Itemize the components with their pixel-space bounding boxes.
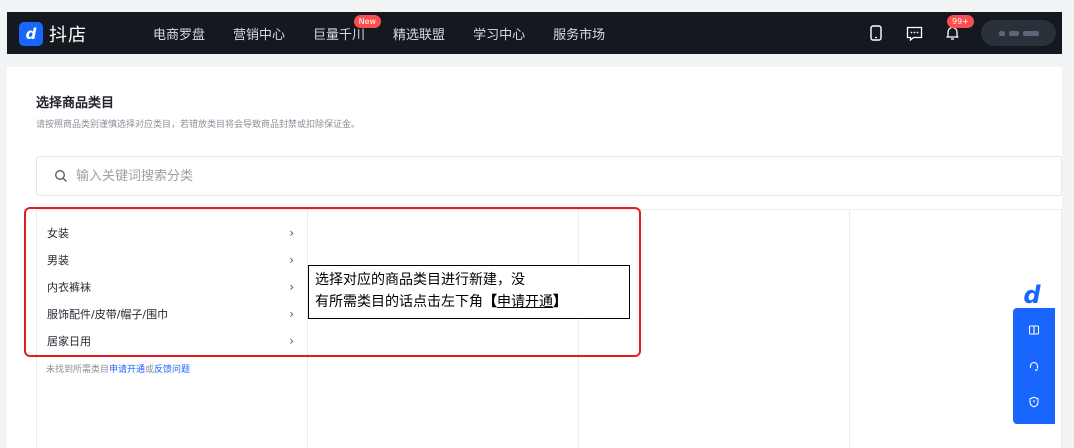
category-item[interactable]: 内衣裤袜 › [37, 273, 307, 300]
book-icon[interactable] [1025, 321, 1043, 339]
top-navbar: d 抖店 电商罗盘 营销中心 巨量千川 New 精选联盟 学习中心 服务市场 9… [7, 12, 1062, 54]
category-item[interactable]: 女装 › [37, 219, 307, 246]
category-item[interactable]: 服饰配件/皮带/帽子/围巾 › [37, 300, 307, 327]
category-item[interactable]: 居家日用 › [37, 327, 307, 354]
category-label: 服饰配件/皮带/帽子/围巾 [47, 307, 169, 321]
chevron-right-icon: › [289, 225, 294, 240]
category-column-level1: 女装 › 男装 › 内衣裤袜 › 服饰配件/皮带/帽子/围巾 › 居家日用 › [37, 210, 308, 448]
floating-logo-icon[interactable]: d [1016, 281, 1048, 309]
nav-item-marketing[interactable]: 营销中心 [233, 24, 285, 43]
callout-line1: 选择对应的商品类目进行新建，没 [315, 272, 525, 288]
annotation-callout: 选择对应的商品类目进行新建，没 有所需类目的话点击左下角【申请开通】 [308, 265, 630, 319]
user-avatar-menu[interactable] [981, 20, 1056, 46]
category-label: 内衣裤袜 [47, 280, 91, 294]
callout-link-text: 申请开通 [497, 294, 553, 310]
chevron-right-icon: › [289, 333, 294, 348]
header-actions: 99+ [867, 12, 1062, 54]
feedback-link[interactable]: 反馈问题 [154, 365, 190, 375]
callout-line2: 有所需类目的话点击左下角【申请开通】 [315, 294, 567, 310]
chevron-right-icon: › [289, 279, 294, 294]
help-prefix: 未找到所需类目 [46, 365, 110, 375]
page-title: 选择商品类目 [36, 96, 115, 111]
category-column-level2 [308, 210, 579, 448]
logo[interactable]: d 抖店 [19, 21, 87, 47]
floating-toolbar [1013, 308, 1055, 424]
notification-badge: 99+ [947, 15, 974, 28]
mobile-icon[interactable] [867, 24, 885, 42]
help-text: 未找到所需类目申请开通或反馈问题 [46, 362, 190, 375]
bell-icon[interactable]: 99+ [943, 15, 974, 42]
logo-icon: d [19, 22, 43, 46]
category-label: 居家日用 [47, 334, 91, 348]
nav-item-compass[interactable]: 电商罗盘 [153, 24, 205, 43]
headset-icon[interactable] [1025, 357, 1043, 375]
logo-text: 抖店 [49, 25, 87, 46]
search-icon [55, 170, 67, 182]
category-column-level3 [579, 210, 850, 448]
search-box[interactable] [36, 156, 1062, 196]
nav-item-learning[interactable]: 学习中心 [473, 24, 525, 43]
nav-item-alliance[interactable]: 精选联盟 [393, 24, 445, 43]
page-scrollbar-track[interactable] [1066, 0, 1074, 448]
category-label: 男装 [47, 253, 69, 267]
chevron-right-icon: › [289, 252, 294, 267]
message-icon[interactable] [905, 24, 923, 42]
nav-item-qianchuan[interactable]: 巨量千川 New [313, 14, 382, 43]
main-panel: 选择商品类目 请按照商品类别谨慎选择对应类目，若错放类目将会导致商品封禁或扣除保… [7, 67, 1062, 448]
chevron-right-icon: › [289, 306, 294, 321]
category-item[interactable]: 男装 › [37, 246, 307, 273]
apply-link[interactable]: 申请开通 [109, 365, 145, 375]
nav-item-service-market[interactable]: 服务市场 [553, 24, 605, 43]
help-or: 或 [145, 365, 155, 375]
nav-item-label: 巨量千川 [313, 27, 366, 43]
search-input[interactable] [76, 168, 576, 184]
category-columns: 女装 › 男装 › 内衣裤袜 › 服饰配件/皮带/帽子/围巾 › 居家日用 › [36, 209, 1062, 448]
page-subtitle: 请按照商品类别谨慎选择对应类目，若错放类目将会导致商品封禁或扣除保证金。 [36, 120, 361, 130]
new-badge: New [353, 14, 382, 28]
category-label: 女装 [47, 226, 69, 240]
main-nav: 电商罗盘 营销中心 巨量千川 New 精选联盟 学习中心 服务市场 [153, 12, 633, 54]
shield-icon[interactable] [1025, 393, 1043, 411]
